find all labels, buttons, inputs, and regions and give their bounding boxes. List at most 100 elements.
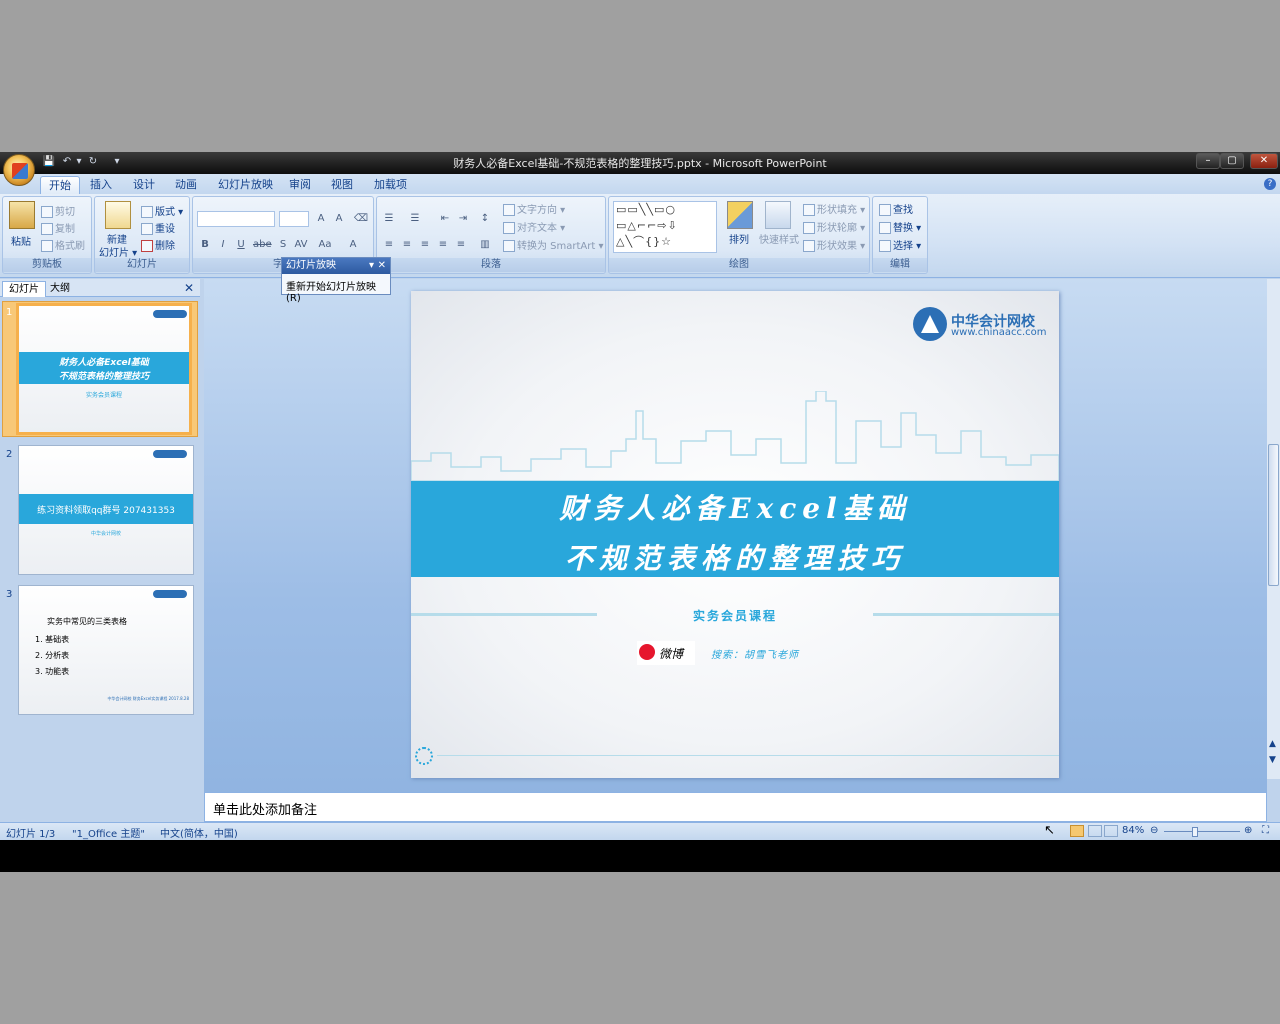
undo-dropdown-icon[interactable]: ▾ — [72, 155, 86, 169]
vertical-scrollbar[interactable]: ▲ ▼ — [1267, 279, 1280, 779]
prev-slide-icon[interactable]: ▲ — [1269, 739, 1276, 749]
text-direction-button[interactable]: 文字方向 ▾ — [503, 201, 565, 216]
find-button[interactable]: 查找 — [879, 201, 913, 216]
tab-view[interactable]: 视图 — [323, 176, 361, 194]
delete-slide-button[interactable]: 删除 — [141, 237, 175, 252]
zoom-slider-thumb[interactable] — [1192, 827, 1198, 837]
slide-thumb-2[interactable]: 练习资料领取qq群号 207431353 中华会计网校 — [18, 445, 194, 575]
convert-smartart-button[interactable]: 转换为 SmartArt ▾ — [503, 237, 604, 252]
zoom-slider[interactable] — [1164, 831, 1240, 832]
copy-button[interactable]: 复制 — [41, 220, 75, 235]
font-size-combo[interactable] — [279, 211, 309, 227]
popup-close-icon[interactable]: ✕ — [378, 258, 386, 274]
help-icon[interactable]: ? — [1264, 178, 1276, 190]
grow-font-icon[interactable]: A — [313, 211, 329, 227]
decrease-indent-icon[interactable]: ⇤ — [437, 211, 453, 227]
align-left-icon[interactable]: ≡ — [381, 237, 397, 253]
bullets-icon[interactable]: ☰ — [381, 211, 397, 227]
cut-button[interactable]: 剪切 — [41, 203, 75, 218]
change-case-icon[interactable]: Aa — [317, 237, 333, 253]
numbering-icon[interactable]: ☰ — [407, 211, 423, 227]
italic-icon[interactable]: I — [215, 237, 231, 253]
minimize-button[interactable]: – — [1196, 153, 1220, 169]
shape-fill-button[interactable]: 形状填充 ▾ — [803, 201, 865, 216]
restart-slideshow-item[interactable]: 重新开始幻灯片放映(R) — [286, 278, 390, 304]
paste-button[interactable]: 粘贴 — [11, 233, 31, 248]
align-text-button[interactable]: 对齐文本 ▾ — [503, 219, 565, 234]
arrange-button[interactable]: 排列 — [729, 231, 749, 246]
shape-effects-button[interactable]: 形状效果 ▾ — [803, 237, 865, 252]
tab-slideshow[interactable]: 幻灯片放映 — [210, 176, 281, 194]
bottom-deco-line — [437, 755, 1059, 756]
current-slide[interactable]: 中华会计网校 www.chinaacc.com 财务人必备Excel基础 不规范… — [411, 291, 1059, 778]
char-spacing-icon[interactable]: AV — [293, 237, 309, 253]
zoom-level[interactable]: 84% — [1122, 825, 1144, 836]
font-family-combo[interactable] — [197, 211, 275, 227]
pane-close-icon[interactable]: ✕ — [184, 281, 194, 295]
notes-pane[interactable]: 单击此处添加备注 — [204, 792, 1267, 822]
language: 中文(简体，中国) — [160, 829, 238, 840]
layout-button[interactable]: 版式 ▾ — [141, 203, 183, 218]
font-color-icon[interactable]: A — [345, 237, 361, 253]
tab-review[interactable]: 审阅 — [281, 176, 319, 194]
save-icon[interactable]: 💾 — [42, 155, 56, 169]
line-spacing-icon[interactable]: ↕ — [477, 211, 493, 227]
tab-addins[interactable]: 加载项 — [366, 176, 415, 194]
close-button[interactable]: ✕ — [1250, 153, 1278, 169]
redo-icon[interactable]: ↻ — [86, 155, 100, 169]
tab-insert[interactable]: 插入 — [82, 176, 120, 194]
tab-home[interactable]: 开始 — [40, 176, 80, 194]
underline-icon[interactable]: U — [233, 237, 249, 253]
normal-view-icon[interactable] — [1070, 825, 1084, 837]
columns-icon[interactable]: ▥ — [477, 237, 493, 253]
zoom-in-icon[interactable]: ⊕ — [1244, 825, 1252, 836]
slide-title-line2[interactable]: 不规范表格的整理技巧 — [411, 537, 1059, 577]
bold-icon[interactable]: B — [197, 237, 213, 253]
quick-styles-icon[interactable] — [765, 201, 791, 229]
maximize-button[interactable]: ▢ — [1220, 153, 1244, 169]
office-button[interactable] — [3, 154, 35, 186]
distribute-icon[interactable]: ≡ — [453, 237, 469, 253]
mouse-cursor-icon: ↖ — [1044, 823, 1055, 838]
format-painter-button[interactable]: 格式刷 — [41, 237, 85, 252]
shapes-gallery[interactable]: ▭▭╲╲▭○ ▭△⌐⌐⇨⇩ △╲⌒{}☆ — [613, 201, 717, 253]
fit-to-window-icon[interactable]: ⛶ — [1262, 825, 1269, 836]
quick-styles-button[interactable]: 快速样式 — [759, 231, 799, 246]
slideshow-view-icon[interactable] — [1104, 825, 1118, 837]
tab-outline-pane[interactable]: 大纲 — [44, 281, 76, 297]
strikethrough-icon[interactable]: abe — [253, 237, 272, 253]
sorter-view-icon[interactable] — [1088, 825, 1102, 837]
scrollbar-thumb[interactable] — [1268, 444, 1279, 586]
window-title: 财务人必备Excel基础-不规范表格的整理技巧.pptx - Microsoft… — [453, 157, 827, 170]
weibo-icon — [639, 644, 655, 660]
thumb-3-item-3: 3. 功能表 — [35, 667, 70, 676]
slide-thumb-1[interactable]: 财务人必备Excel基础 不规范表格的整理技巧 实务会员课程 — [16, 303, 192, 435]
tab-animations[interactable]: 动画 — [167, 176, 205, 194]
slide-thumb-3[interactable]: 实务中常见的三类表格 1. 基础表 2. 分析表 3. 功能表 中华会计网校 财… — [18, 585, 194, 715]
customize-qat-icon[interactable]: ▾ — [110, 155, 124, 169]
replace-button[interactable]: 替换 ▾ — [879, 219, 921, 234]
select-button[interactable]: 选择 ▾ — [879, 237, 921, 252]
reset-button[interactable]: 重设 — [141, 220, 175, 235]
align-right-icon[interactable]: ≡ — [417, 237, 433, 253]
align-center-icon[interactable]: ≡ — [399, 237, 415, 253]
slide-title-line1[interactable]: 财务人必备Excel基础 — [411, 487, 1059, 527]
zoom-out-icon[interactable]: ⊖ — [1150, 825, 1158, 836]
next-slide-icon[interactable]: ▼ — [1269, 755, 1276, 765]
outline-icon — [803, 222, 815, 234]
shrink-font-icon[interactable]: A — [331, 211, 347, 227]
search-teacher-text[interactable]: 搜索：胡雪飞老师 — [711, 646, 799, 661]
increase-indent-icon[interactable]: ⇥ — [455, 211, 471, 227]
clear-format-icon[interactable]: ⌫ — [353, 211, 369, 227]
screen-bottom-bar — [0, 840, 1280, 872]
justify-icon[interactable]: ≡ — [435, 237, 451, 253]
shape-outline-button[interactable]: 形状轮廓 ▾ — [803, 219, 865, 234]
shadow-icon[interactable]: S — [275, 237, 291, 253]
tab-slides-pane[interactable]: 幻灯片 — [2, 281, 46, 297]
new-slide-button-line2[interactable]: 幻灯片 ▾ — [99, 244, 137, 259]
tab-design[interactable]: 设计 — [125, 176, 163, 194]
arrange-icon[interactable] — [727, 201, 753, 229]
new-slide-icon[interactable] — [105, 201, 131, 229]
paste-icon[interactable] — [9, 201, 35, 229]
popup-dropdown-icon[interactable]: ▾ — [369, 258, 374, 274]
